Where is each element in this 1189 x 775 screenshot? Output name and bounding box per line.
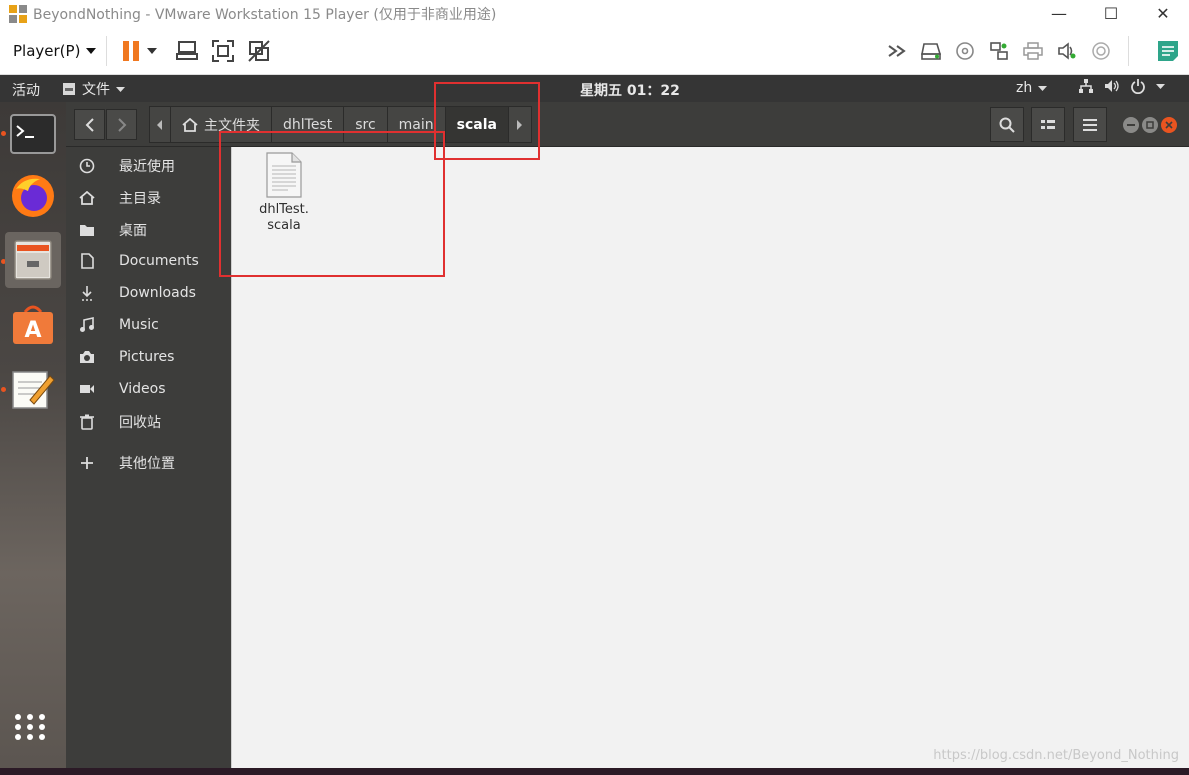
firefox-icon[interactable] bbox=[5, 168, 61, 224]
path-scroll-left[interactable] bbox=[149, 106, 171, 143]
ubuntu-dock: A bbox=[0, 102, 66, 775]
menu-button[interactable] bbox=[1073, 107, 1107, 142]
video-icon bbox=[79, 381, 95, 397]
vmware-logo-icon bbox=[9, 4, 27, 23]
power-icon bbox=[1131, 79, 1145, 94]
chevron-left-icon bbox=[157, 119, 162, 130]
window-title: BeyondNothing - VMware Workstation 15 Pl… bbox=[33, 6, 497, 23]
download-icon bbox=[79, 285, 95, 301]
plus-icon bbox=[79, 455, 95, 471]
unity-disabled-icon[interactable] bbox=[247, 39, 271, 63]
input-language-menu[interactable]: zh bbox=[1016, 80, 1048, 96]
hard-disk-icon[interactable] bbox=[918, 39, 944, 63]
terminal-icon[interactable] bbox=[5, 106, 61, 162]
sidebar-item-recent[interactable]: 最近使用 bbox=[66, 151, 231, 181]
toolbar-divider bbox=[1128, 36, 1129, 66]
chevron-down-icon bbox=[1038, 85, 1048, 91]
chevron-right-icon bbox=[117, 117, 126, 132]
send-ctrl-alt-del-icon[interactable] bbox=[175, 39, 199, 63]
annotation-box-file bbox=[219, 131, 445, 277]
sidebar-item-documents[interactable]: Documents bbox=[66, 246, 231, 276]
sidebar-item-music[interactable]: Music bbox=[66, 310, 231, 340]
back-button[interactable] bbox=[74, 109, 105, 140]
sidebar-item-downloads[interactable]: Downloads bbox=[66, 278, 231, 308]
window-close-icon[interactable] bbox=[1161, 117, 1177, 133]
files-app-icon bbox=[63, 83, 75, 95]
software-center-icon[interactable]: A bbox=[5, 296, 61, 352]
fit-guest-icon[interactable] bbox=[211, 39, 235, 63]
files-icon[interactable] bbox=[5, 232, 61, 288]
sidebar-item-desktop[interactable]: 桌面 bbox=[66, 215, 231, 245]
activities-button[interactable]: 活动 bbox=[12, 80, 40, 100]
dropdown-arrow-icon bbox=[86, 47, 97, 54]
sidebar-item-label: Music bbox=[119, 317, 159, 333]
hamburger-menu-icon bbox=[1083, 118, 1097, 131]
player-menu-button[interactable]: Player(P) bbox=[13, 41, 97, 60]
network-icon[interactable] bbox=[884, 39, 910, 63]
trash-icon bbox=[79, 414, 95, 430]
sidebar-item-label: 主目录 bbox=[119, 191, 161, 207]
sidebar-item-label: Documents bbox=[119, 253, 199, 269]
list-view-icon bbox=[1041, 119, 1055, 129]
usb-icon[interactable] bbox=[986, 39, 1012, 63]
forward-button[interactable] bbox=[106, 109, 137, 140]
search-button[interactable] bbox=[990, 107, 1024, 142]
text-editor-icon[interactable] bbox=[5, 360, 61, 416]
search-icon bbox=[999, 117, 1015, 133]
annotation-box-path bbox=[434, 82, 540, 160]
sidebar-item-trash[interactable]: 回收站 bbox=[66, 407, 231, 437]
toolbar-divider bbox=[106, 35, 108, 66]
close-button[interactable]: ✕ bbox=[1137, 0, 1189, 27]
maximize-button[interactable]: ☐ bbox=[1085, 0, 1137, 27]
home-icon bbox=[182, 117, 198, 132]
music-icon bbox=[79, 317, 95, 333]
sidebar-item-home[interactable]: 主目录 bbox=[66, 183, 231, 213]
home-icon bbox=[79, 190, 95, 206]
cd-icon[interactable] bbox=[952, 39, 978, 63]
host-taskbar-strip bbox=[0, 768, 1189, 775]
sidebar-item-pictures[interactable]: Pictures bbox=[66, 342, 231, 372]
window-maximize-icon[interactable] bbox=[1142, 117, 1158, 133]
printer-icon[interactable] bbox=[1020, 39, 1046, 63]
sidebar-item-label: 最近使用 bbox=[119, 159, 175, 175]
sidebar-item-label: Videos bbox=[119, 381, 166, 397]
message-log-icon[interactable] bbox=[1157, 40, 1179, 62]
sidebar-item-label: 其他位置 bbox=[119, 456, 175, 472]
recent-icon bbox=[79, 158, 95, 174]
svg-text:A: A bbox=[24, 318, 41, 343]
camera-icon bbox=[79, 349, 95, 365]
app-menu-label: 文件 bbox=[82, 82, 110, 98]
language-label: zh bbox=[1016, 80, 1033, 96]
network-wired-icon bbox=[1079, 79, 1093, 93]
sidebar-item-label: Pictures bbox=[119, 349, 175, 365]
sidebar-item-label: Downloads bbox=[119, 285, 196, 301]
volume-icon bbox=[1105, 80, 1119, 92]
pause-dropdown-arrow-icon[interactable] bbox=[147, 47, 158, 54]
view-toggle-button[interactable] bbox=[1031, 107, 1065, 142]
window-minimize-icon[interactable] bbox=[1123, 117, 1139, 133]
sidebar-item-videos[interactable]: Videos bbox=[66, 374, 231, 404]
chevron-down-icon bbox=[116, 86, 125, 92]
chevron-down-icon bbox=[1156, 83, 1165, 89]
ubuntu-top-bar: 活动 文件 星期五 01：22 zh bbox=[0, 75, 1189, 102]
vmware-toolbar: Player(P) bbox=[0, 27, 1189, 75]
minimize-button[interactable]: — bbox=[1033, 0, 1085, 27]
document-icon bbox=[79, 253, 95, 269]
app-menu-button[interactable]: 文件 bbox=[62, 79, 125, 99]
places-sidebar: 最近使用 主目录 桌面 Documents Downloads Music Pi… bbox=[66, 147, 231, 775]
player-menu-label: Player(P) bbox=[13, 41, 81, 60]
clock[interactable]: 星期五 01：22 bbox=[580, 80, 680, 100]
vmware-titlebar: BeyondNothing - VMware Workstation 15 Pl… bbox=[0, 0, 1189, 27]
sidebar-item-label: 桌面 bbox=[119, 223, 147, 239]
sidebar-item-other-locations[interactable]: 其他位置 bbox=[66, 448, 231, 478]
show-applications-icon[interactable] bbox=[15, 714, 47, 740]
sidebar-item-label: 回收站 bbox=[119, 415, 161, 431]
watermark: https://blog.csdn.net/Beyond_Nothing bbox=[933, 748, 1179, 763]
system-menu[interactable] bbox=[1078, 78, 1165, 94]
sound-icon[interactable] bbox=[1054, 39, 1080, 63]
pause-icon[interactable] bbox=[123, 40, 140, 61]
chevron-left-icon bbox=[85, 117, 94, 132]
display-icon[interactable] bbox=[1088, 39, 1114, 63]
desktop-folder-icon bbox=[79, 222, 95, 238]
